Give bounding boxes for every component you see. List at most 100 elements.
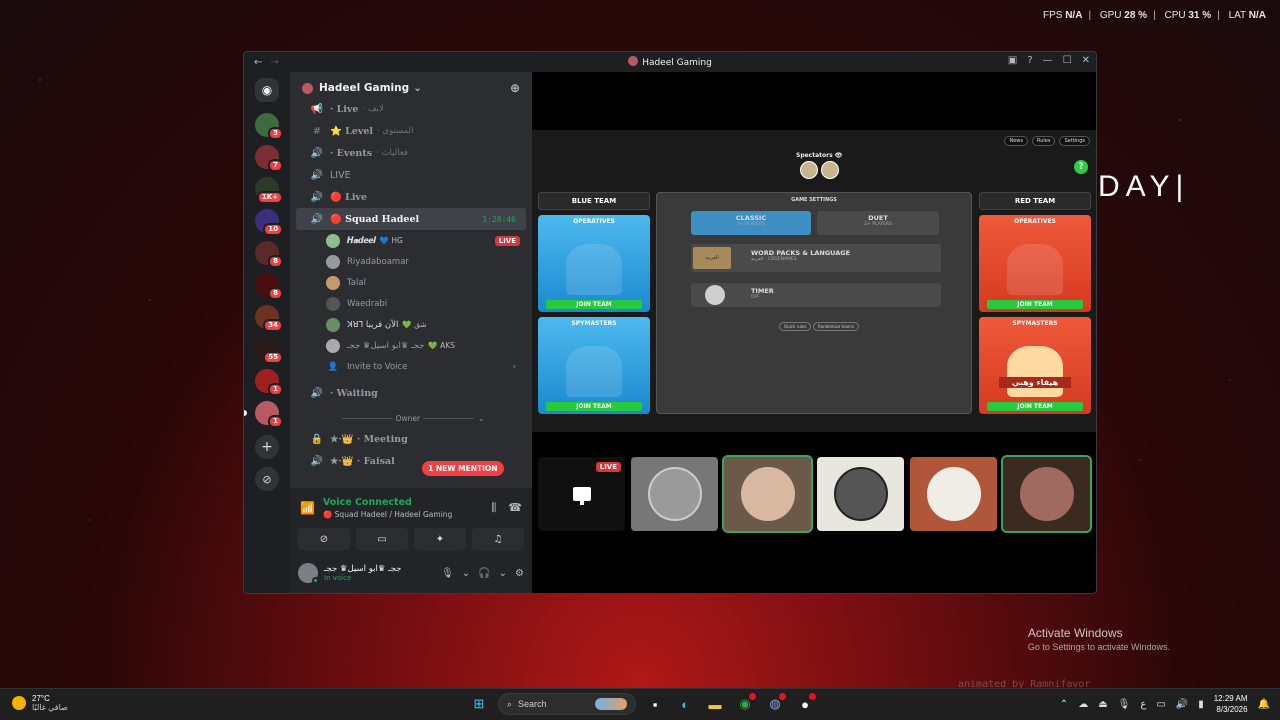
avatar [326, 338, 340, 353]
channel-level[interactable]: # ⭐ Level · المستوى [296, 120, 526, 142]
camera-off-button[interactable]: ⊘ [298, 528, 350, 550]
voice-member[interactable]: 𝑯𝒂𝒅𝒆𝒆𝒍 💙 HG LIVE [296, 230, 526, 251]
invite-people-icon[interactable]: ⊕ [510, 81, 520, 95]
inbox-icon[interactable]: ▣ [1008, 55, 1017, 66]
onedrive-icon[interactable]: ⏏ [1098, 699, 1107, 710]
channel-events[interactable]: 🔊 · Events · فعاليات [296, 142, 526, 164]
discord-icon[interactable]: ◍ [764, 693, 786, 715]
participant-tile[interactable] [631, 457, 718, 531]
weather-widget[interactable]: 27°C صافي غالبًا [12, 694, 68, 712]
username[interactable]: ججـ ♛ابو اسيل♛ ججـ [324, 564, 401, 574]
screen-share-button[interactable]: ▭ [356, 528, 408, 550]
voice-member[interactable]: ججـ ♛ابو اسيل♛ ججـ 💚 AKS [296, 335, 526, 356]
search-box[interactable]: ⌕ Search [498, 693, 636, 715]
server-icon-6[interactable]: 8 [255, 273, 283, 300]
channel-live-announcements[interactable]: 📢 · Live · لايف [296, 98, 526, 120]
activities-button[interactable]: ✦ [414, 528, 466, 550]
chevron-up-icon[interactable]: ⌃ [1060, 699, 1068, 710]
participant-tile[interactable] [910, 457, 997, 531]
close-button[interactable]: ✕ [1082, 55, 1090, 66]
notification-badge: 1K+ [256, 191, 283, 204]
server-icon-1[interactable]: 3 [255, 113, 283, 140]
signal-icon[interactable]: 📶 [300, 501, 315, 515]
file-explorer-icon[interactable]: ▬ [704, 693, 726, 715]
battery-icon[interactable]: ▮ [1198, 699, 1204, 710]
mode-duet[interactable]: DUET 2+ PLAYERS [817, 211, 939, 235]
home-button[interactable]: ◉ [255, 78, 279, 102]
avatar[interactable] [298, 563, 319, 584]
voice-member[interactable]: ꓘꓤꓶ الآن قريبا 💚 شق [296, 314, 526, 335]
server-icon-2[interactable]: 7 [255, 145, 283, 172]
rules-button[interactable]: Rules [1031, 136, 1056, 146]
channel-live-voice[interactable]: 🔊 🔴 Live [296, 186, 526, 208]
channel-squad-hadeel[interactable]: 🔊 🔴 Squad Hadeel 1:28:46 [296, 208, 526, 230]
noise-suppression-icon[interactable]: ⫼ [491, 501, 496, 515]
timer-option[interactable]: TIMER OFF [691, 283, 941, 307]
chevron-down-icon[interactable]: ⌄ [499, 568, 507, 579]
blue-spymasters-card[interactable]: SPYMASTERS JOIN TEAM [538, 317, 650, 414]
network-icon[interactable]: ▭ [1156, 699, 1165, 710]
add-server-button[interactable]: + [255, 435, 279, 459]
chevron-down-icon[interactable]: ⌄ [462, 568, 470, 579]
question-icon[interactable]: ? [1074, 160, 1088, 174]
edge-icon[interactable]: ◐ [674, 693, 696, 715]
channel-live-category[interactable]: 🔊 LIVE [296, 164, 526, 186]
help-icon[interactable]: ? [1027, 55, 1032, 66]
cloud-icon[interactable]: ☁ [1078, 699, 1088, 710]
back-arrow-icon[interactable]: ← [254, 57, 262, 68]
join-team-button[interactable]: JOIN TEAM [546, 300, 642, 309]
settings-button[interactable]: Settings [1059, 136, 1090, 146]
participant-tile[interactable] [1001, 455, 1092, 533]
soundboard-button[interactable]: ♫ [472, 528, 524, 550]
windows-start-icon[interactable]: ⊞ [468, 693, 490, 715]
stream-tile[interactable]: LIVE [538, 457, 625, 531]
task-view-icon[interactable]: ▪ [644, 693, 666, 715]
gear-icon[interactable]: ⚙ [515, 568, 524, 579]
channel-waiting[interactable]: 🔊 · Waiting [296, 382, 526, 404]
red-operatives-card[interactable]: OPERATIVES JOIN TEAM [979, 215, 1091, 312]
clock[interactable]: 12:29 AM 8/3/2026 [1214, 693, 1248, 715]
server-icon-hadeel[interactable]: 1 [244, 401, 283, 428]
server-icon-7[interactable]: 34 [255, 305, 283, 332]
category-owner[interactable]: Owner ⌄ [296, 408, 526, 428]
red-spymasters-card[interactable]: SPYMASTERS هيفاء وهبي JOIN TEAM [979, 317, 1091, 414]
word-packs-option[interactable]: العربية WORD PACKS & LANGUAGE العربية · C… [691, 244, 941, 272]
voice-channel-path[interactable]: 🔴 Squad Hadeel / Hadeel Gaming [323, 510, 452, 519]
participant-tile[interactable] [722, 455, 813, 533]
language-indicator[interactable]: ع [1140, 699, 1146, 710]
codenames-activity[interactable]: News Rules Settings ? Spectators 👁 BLUE … [532, 72, 1096, 432]
voice-member[interactable]: Riyadaboamar [296, 251, 526, 272]
microphone-icon[interactable]: 🎙 [1118, 699, 1131, 710]
microphone-icon[interactable]: 🎙 [441, 568, 454, 579]
voice-member[interactable]: Waedrabi [296, 293, 526, 314]
forward-arrow-icon[interactable]: → [270, 57, 278, 68]
invite-to-voice-button[interactable]: 👤 Invite to Voice › [296, 356, 526, 377]
quick-rules-button[interactable]: Quick rules [779, 322, 812, 331]
notifications-icon[interactable]: 🔔 [1258, 699, 1270, 710]
volume-icon[interactable]: 🔊 [1176, 699, 1188, 710]
server-icon-9[interactable]: 1 [255, 369, 283, 396]
join-team-button[interactable]: JOIN TEAM [987, 402, 1083, 411]
voice-member[interactable]: Talal [296, 272, 526, 293]
new-mention-pill[interactable]: 1 NEW MENTION [422, 461, 504, 476]
blue-operatives-card[interactable]: OPERATIVES JOIN TEAM [538, 215, 650, 312]
voice-status[interactable]: Voice Connected [323, 497, 452, 508]
join-team-button[interactable]: JOIN TEAM [987, 300, 1083, 309]
disconnect-icon[interactable]: ☎ [508, 501, 522, 515]
participant-tile[interactable] [817, 457, 904, 531]
chrome-icon[interactable]: ◉ [734, 693, 756, 715]
maximize-button[interactable]: ☐ [1063, 55, 1072, 66]
headphones-icon[interactable]: 🎧 [478, 568, 490, 579]
news-button[interactable]: News [1004, 136, 1028, 146]
mode-classic[interactable]: CLASSIC 4+ PLAYERS [691, 211, 811, 235]
server-icon-4[interactable]: 10 [255, 209, 283, 236]
server-icon-5[interactable]: 8 [255, 241, 283, 268]
join-team-button[interactable]: JOIN TEAM [546, 402, 642, 411]
server-icon-3[interactable]: 1K+ [255, 177, 283, 204]
randomize-teams-button[interactable]: Randomize teams [813, 322, 859, 331]
minimize-button[interactable]: — [1043, 55, 1053, 66]
channel-meeting[interactable]: 🔒 ★·👑 · Meeting [296, 428, 526, 450]
server-icon-8[interactable]: 55 [255, 337, 283, 364]
github-icon[interactable]: ● [794, 693, 816, 715]
discover-button[interactable]: ⊘ [255, 467, 279, 491]
